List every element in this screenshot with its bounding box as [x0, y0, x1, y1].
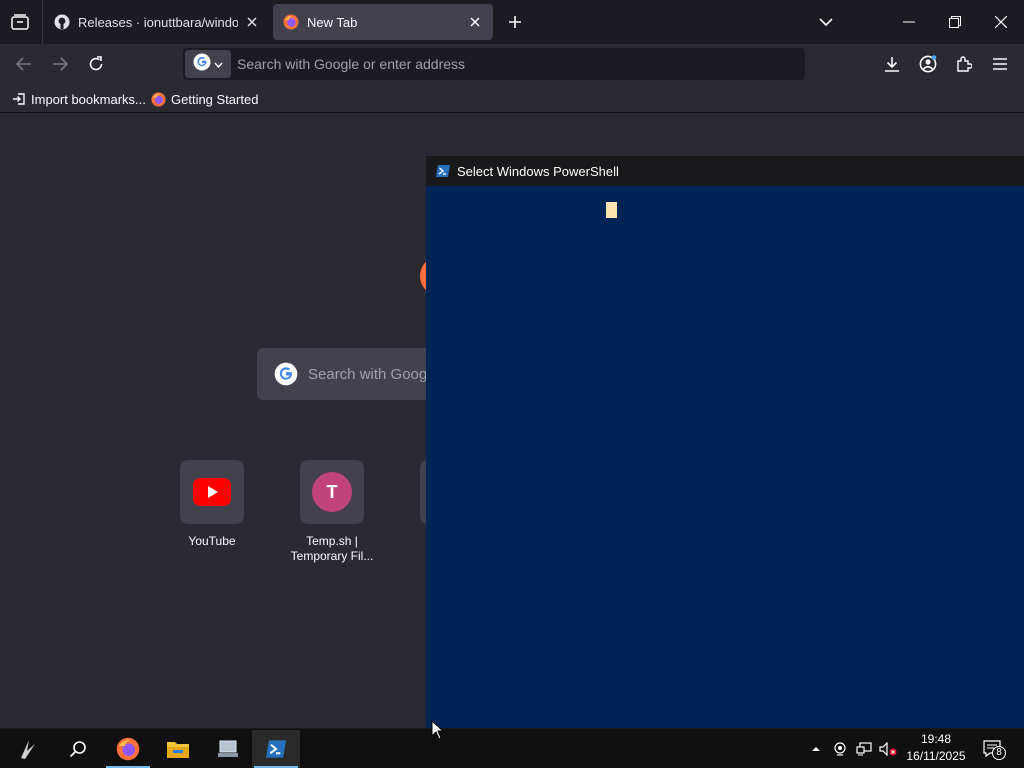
reload-button[interactable]	[80, 48, 112, 80]
shortcut-youtube[interactable]: YouTube	[157, 460, 267, 549]
shortcut-temp-sh[interactable]: T Temp.sh | Temporary Fil...	[277, 460, 387, 564]
computer-icon	[217, 739, 239, 759]
youtube-icon	[180, 460, 244, 524]
search-placeholder: Search with Goog	[308, 365, 428, 383]
clock-date: 16/11/2025	[906, 749, 966, 763]
minimize-button[interactable]	[886, 0, 932, 44]
tab-separator	[42, 0, 43, 44]
google-icon	[274, 362, 298, 386]
action-center-button[interactable]: 8	[980, 738, 1006, 760]
close-window-button[interactable]	[978, 0, 1024, 44]
close-tab-icon[interactable]	[467, 14, 483, 30]
search-engine-selector[interactable]	[185, 50, 231, 78]
firefox-icon	[116, 737, 140, 761]
tab-title: New Tab	[307, 14, 358, 30]
show-hidden-icons[interactable]	[806, 738, 826, 760]
downloads-icon[interactable]	[876, 48, 908, 80]
powershell-window[interactable]	[426, 156, 1024, 728]
bookmark-label: Getting Started	[171, 91, 259, 107]
account-icon[interactable]	[912, 48, 944, 80]
notification-count: 8	[992, 746, 1006, 760]
forward-button[interactable]	[44, 48, 76, 80]
chevron-down-icon	[214, 55, 223, 73]
taskbar-powershell[interactable]	[252, 730, 300, 768]
tab-releases[interactable]: Releases · ionuttbara/windows-defender-r…	[44, 4, 270, 40]
powershell-icon	[264, 739, 288, 759]
restore-button[interactable]	[932, 0, 978, 44]
powershell-title: Select Windows PowerShell	[457, 163, 619, 179]
tab-manager-icon[interactable]	[4, 6, 36, 38]
folder-icon	[166, 739, 190, 759]
close-tab-icon[interactable]	[244, 14, 260, 30]
list-all-tabs-icon[interactable]	[810, 6, 842, 38]
url-input[interactable]	[231, 55, 805, 73]
clock-time: 19:48	[920, 732, 952, 746]
powershell-icon	[435, 164, 451, 178]
google-icon	[193, 53, 211, 76]
mouse-cursor	[431, 719, 445, 745]
url-bar[interactable]	[183, 48, 805, 80]
firefox-icon	[283, 14, 299, 30]
taskbar-app[interactable]	[204, 730, 252, 768]
getting-started-bookmark[interactable]: Getting Started	[151, 88, 258, 110]
letter-avatar: T	[312, 472, 352, 512]
shortcut-label: Temp.sh | Temporary Fil...	[290, 534, 374, 563]
app-menu-icon[interactable]	[984, 48, 1016, 80]
system-clock[interactable]: 19:48 16/11/2025	[900, 731, 972, 765]
tab-title: Releases · ionuttbara/windows-defender-r…	[78, 14, 238, 30]
taskbar-firefox[interactable]	[104, 730, 152, 768]
import-bookmarks-item[interactable]: Import bookmarks...	[12, 88, 146, 110]
tab-new-tab[interactable]: New Tab	[273, 4, 493, 40]
firefox-icon	[151, 91, 166, 107]
import-icon	[12, 92, 26, 106]
github-icon	[54, 14, 70, 30]
start-button[interactable]	[4, 730, 52, 768]
extensions-icon[interactable]	[948, 48, 980, 80]
bookmark-label: Import bookmarks...	[31, 91, 146, 107]
shortcut-label: YouTube	[188, 534, 236, 548]
console-cursor	[606, 202, 617, 218]
taskbar-file-explorer[interactable]	[154, 730, 202, 768]
search-icon[interactable]	[54, 730, 102, 768]
volume-muted-icon[interactable]	[878, 738, 898, 760]
network-icon[interactable]	[854, 738, 874, 760]
back-button[interactable]	[8, 48, 40, 80]
new-tab-button[interactable]	[499, 6, 531, 38]
webcam-icon[interactable]	[830, 738, 850, 760]
temp-sh-tile: T	[300, 460, 364, 524]
powershell-title-bar[interactable]: Select Windows PowerShell	[426, 156, 1024, 186]
